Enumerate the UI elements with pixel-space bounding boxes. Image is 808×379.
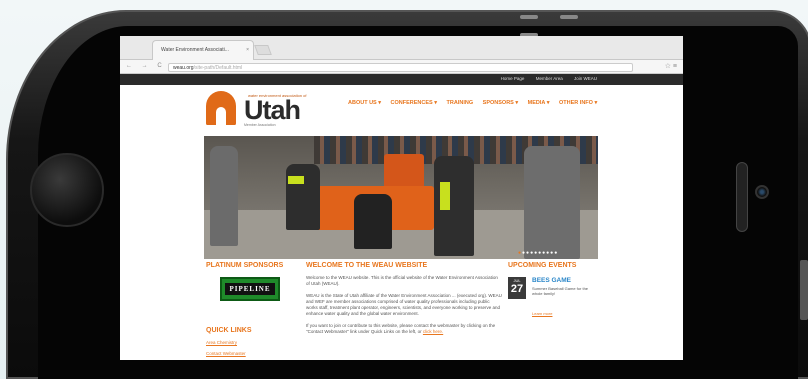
main-nav: ABOUT US ▾ CONFERENCES ▾ TRAINING SPONSO… bbox=[348, 100, 605, 106]
phone-side-button[interactable] bbox=[800, 260, 808, 320]
hero-image[interactable]: ●●●●●●●●●● bbox=[204, 136, 598, 259]
phone-top-buttons bbox=[520, 6, 630, 37]
event-title[interactable]: BEES GAME bbox=[532, 277, 571, 284]
browser-toolbar: ← → C weau.org/site-path/Default.html ☆ … bbox=[120, 60, 683, 74]
phone-speaker bbox=[736, 162, 748, 232]
topbar-link-member[interactable]: Member Area bbox=[536, 76, 563, 81]
camera-icon bbox=[755, 185, 769, 199]
url-domain: weau.org bbox=[173, 65, 194, 71]
quick-link-1[interactable]: Area Chemistry bbox=[206, 340, 296, 345]
site-header: water environment association of Utah Me… bbox=[120, 85, 683, 133]
event-date-badge: JUL 27 bbox=[508, 277, 526, 299]
site-topbar: Home Page Member Area Join WEAU bbox=[120, 74, 683, 85]
nav-arrows-icon[interactable]: ← → C bbox=[126, 63, 166, 69]
events-column: UPCOMING EVENTS JUL 27 BEES GAME Summer … bbox=[508, 262, 598, 316]
tab-close-icon[interactable]: × bbox=[246, 47, 249, 53]
welcome-paragraph-1: Welcome to the WEAU website. This is the… bbox=[306, 275, 498, 286]
address-bar[interactable]: weau.org/site-path/Default.html bbox=[168, 63, 633, 72]
browser-tabstrip: Water Environment Associati... × bbox=[120, 36, 683, 60]
phone-home-button[interactable] bbox=[30, 153, 104, 227]
welcome-p3-text: If you want to join or contribute to thi… bbox=[306, 323, 496, 334]
hero-person bbox=[286, 164, 320, 230]
nav-conferences[interactable]: CONFERENCES ▾ bbox=[391, 100, 437, 106]
welcome-column: WELCOME TO THE WEAU WEBSITE Welcome to t… bbox=[306, 262, 502, 335]
event-learn-more-link[interactable]: Learn more bbox=[532, 311, 598, 316]
weau-logo-icon[interactable] bbox=[206, 91, 236, 125]
sponsors-heading: PLATINUM SPONSORS bbox=[206, 262, 284, 269]
event-day: 27 bbox=[510, 283, 524, 295]
topbar-link-home[interactable]: Home Page bbox=[501, 76, 525, 81]
sponsor-logo-text: PIPELINE bbox=[225, 283, 275, 295]
hero-person bbox=[210, 146, 238, 246]
event-description: Summer Baseball Game for the whole famil… bbox=[532, 286, 589, 296]
hero-machine-top bbox=[384, 154, 424, 190]
welcome-heading: WELCOME TO THE WEAU WEBSITE bbox=[306, 262, 428, 269]
browser-menu-icon[interactable]: ☆ ≡ bbox=[665, 62, 677, 70]
events-heading: UPCOMING EVENTS bbox=[508, 262, 577, 269]
url-path: /site-path/Default.html bbox=[193, 65, 243, 71]
nav-media[interactable]: MEDIA ▾ bbox=[528, 100, 550, 106]
hero-vest bbox=[440, 182, 450, 210]
nav-training[interactable]: TRAINING bbox=[447, 100, 474, 106]
quick-link-2[interactable]: Contact Webmaster bbox=[206, 351, 296, 356]
logo-title[interactable]: Utah bbox=[244, 95, 301, 126]
welcome-paragraph-2: WEAU is the State of Utah affiliate of t… bbox=[306, 293, 502, 316]
hero-person bbox=[524, 146, 580, 259]
new-tab-button[interactable] bbox=[254, 45, 272, 55]
sponsors-column: PLATINUM SPONSORS PIPELINE QUICK LINKS A… bbox=[206, 262, 296, 356]
tab-title: Water Environment Associati... bbox=[161, 47, 229, 53]
browser-tab[interactable]: Water Environment Associati... × bbox=[152, 40, 254, 60]
topbar-link-join[interactable]: Join WEAU bbox=[574, 76, 597, 81]
nav-sponsors[interactable]: SPONSORS ▾ bbox=[483, 100, 518, 106]
hero-vest bbox=[288, 176, 304, 184]
event-item[interactable]: JUL 27 BEES GAME Summer Baseball Game fo… bbox=[508, 277, 598, 307]
nav-other-info[interactable]: OTHER INFO ▾ bbox=[559, 100, 597, 106]
logo-tagline: Member Association bbox=[244, 123, 276, 127]
slider-dots[interactable]: ●●●●●●●●●● bbox=[518, 250, 558, 256]
nav-about[interactable]: ABOUT US ▾ bbox=[348, 100, 381, 106]
welcome-paragraph-3: If you want to join or contribute to thi… bbox=[306, 323, 502, 335]
sponsor-logo[interactable]: PIPELINE bbox=[220, 277, 280, 301]
welcome-click-here-link[interactable]: click here. bbox=[423, 329, 443, 334]
quick-links-heading: QUICK LINKS bbox=[206, 327, 252, 334]
hero-person bbox=[354, 194, 392, 249]
topbar-links: Home Page Member Area Join WEAU bbox=[491, 76, 597, 81]
phone-screen: Water Environment Associati... × ← → C w… bbox=[120, 36, 683, 360]
